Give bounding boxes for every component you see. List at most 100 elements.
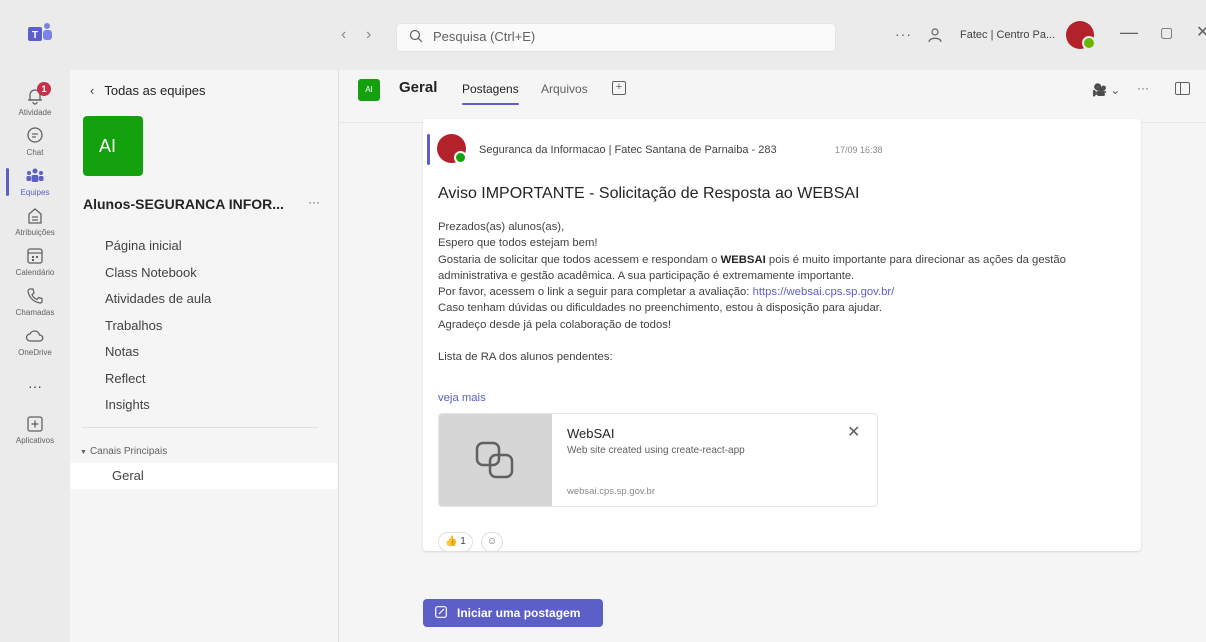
- post-text: Gostaria de solicitar que todos acessem …: [438, 253, 721, 266]
- team-menu-item[interactable]: Trabalhos: [105, 313, 211, 340]
- post-author[interactable]: Seguranca da Informacao | Fatec Santana …: [479, 144, 777, 156]
- channels-section-header[interactable]: ▼ Canais Principais: [80, 446, 167, 457]
- rail-item-activity[interactable]: 1 Atividade: [0, 82, 70, 117]
- team-sidebar: ‹ Todas as equipes AI Alunos-SEGURANCA IN…: [70, 70, 339, 642]
- chat-icon: [27, 127, 43, 143]
- rail-label: Equipes: [20, 188, 50, 197]
- link-preview-url: websai.cps.sp.gov.br: [567, 486, 656, 497]
- rail-label: Aplicativos: [15, 436, 55, 445]
- team-avatar: AI: [83, 116, 143, 176]
- channel-avatar: AI: [358, 79, 380, 101]
- search-icon: [409, 29, 423, 43]
- channel-header: AI Geral Postagens Arquivos + 🎥 ⌄ ···: [339, 70, 1206, 123]
- assignments-icon: [28, 208, 42, 224]
- rail-item-calendar[interactable]: Calendário: [0, 246, 70, 277]
- close-button[interactable]: ✕: [1196, 22, 1206, 42]
- search-input[interactable]: [431, 28, 815, 45]
- team-menu-item[interactable]: Class Notebook: [105, 260, 211, 287]
- post-card: Seguranca da Informacao | Fatec Santana …: [423, 119, 1141, 552]
- channel-item-geral[interactable]: Geral: [70, 463, 337, 489]
- rail-label: Calendário: [15, 268, 55, 277]
- rail-item-more[interactable]: ···: [0, 376, 70, 394]
- post-timestamp: 17/09 16:38: [835, 145, 883, 155]
- team-menu: Página inicial Class Notebook Atividades…: [105, 233, 211, 419]
- link-preview-card[interactable]: WebSAI Web site created using create-rea…: [438, 413, 878, 507]
- new-post-button[interactable]: Iniciar uma postagem: [423, 599, 603, 627]
- minimize-button[interactable]: —: [1120, 22, 1138, 43]
- chevron-left-icon: ‹: [90, 83, 95, 98]
- more-options-button[interactable]: ···: [895, 26, 912, 42]
- more-icon: ···: [28, 378, 42, 394]
- teams-logo-icon: T: [28, 23, 52, 41]
- rail-label: Chat: [26, 148, 44, 157]
- post-line: Caso tenham dúvidas ou dificuldades no p…: [438, 302, 883, 315]
- compose-icon: [435, 606, 447, 618]
- rail-item-calls[interactable]: Chamadas: [0, 286, 70, 317]
- reaction-count: 1: [460, 536, 466, 547]
- rail-item-onedrive[interactable]: OneDrive: [0, 326, 70, 357]
- post-line: Por favor, acessem o link a seguir para …: [438, 284, 1128, 300]
- team-menu-item[interactable]: Reflect: [105, 366, 211, 393]
- rail-item-teams[interactable]: Equipes: [0, 166, 70, 197]
- post-text: Por favor, acessem o link a seguir para …: [438, 286, 753, 299]
- back-arrow-icon[interactable]: ‹: [341, 26, 346, 44]
- title-bar: T ‹ › ··· Fatec | Centro Pa... — ▢ ✕: [0, 0, 1206, 70]
- team-more-button[interactable]: ···: [308, 195, 320, 209]
- websai-link[interactable]: https://websai.cps.sp.gov.br/: [753, 286, 895, 298]
- rail-label: Atividade: [18, 108, 52, 117]
- add-reaction-button[interactable]: ☺: [481, 532, 503, 552]
- forward-arrow-icon[interactable]: ›: [366, 26, 371, 44]
- cloud-icon: [25, 330, 44, 342]
- team-menu-item[interactable]: Insights: [105, 392, 211, 419]
- author-avatar[interactable]: [437, 134, 467, 164]
- post-line: Prezados(as) alunos(as),: [438, 221, 565, 233]
- add-tab-button[interactable]: +: [612, 81, 626, 95]
- channel-label: Geral: [112, 468, 144, 483]
- post-title: Aviso IMPORTANTE - Solicitação de Respos…: [438, 185, 860, 202]
- post-line: Agradeço desde já pela colaboração de to…: [438, 318, 672, 331]
- team-menu-item[interactable]: Página inicial: [105, 233, 211, 260]
- teams-icon: [26, 168, 44, 182]
- people-icon[interactable]: [927, 27, 943, 43]
- new-post-label: Iniciar uma postagem: [457, 606, 581, 620]
- status-badge: [1082, 36, 1096, 50]
- notification-badge: 1: [37, 82, 51, 96]
- search-box[interactable]: [396, 23, 836, 52]
- post-line: Gostaria de solicitar que todos acessem …: [438, 252, 1128, 285]
- close-icon[interactable]: ✕: [847, 422, 860, 442]
- side-panel-icon[interactable]: [1175, 82, 1190, 95]
- link-preview-description: Web site created using create-react-app: [567, 445, 745, 456]
- calendar-icon: [27, 248, 43, 264]
- team-menu-item[interactable]: Notas: [105, 339, 211, 366]
- link-preview-title: WebSAI: [567, 426, 615, 441]
- tab-posts[interactable]: Postagens: [462, 82, 519, 105]
- team-name[interactable]: Alunos-SEGURANCA INFOR...: [83, 196, 284, 212]
- back-label: Todas as equipes: [104, 83, 206, 98]
- teams-window: T ‹ › ··· Fatec | Centro Pa... — ▢ ✕: [0, 0, 1206, 642]
- like-reaction[interactable]: 👍 1: [438, 532, 473, 552]
- phone-icon: [27, 288, 43, 304]
- back-to-teams-link[interactable]: ‹ Todas as equipes: [90, 83, 206, 98]
- caret-down-icon: ▼: [80, 449, 87, 456]
- post-line: Lista de RA dos alunos pendentes:: [438, 351, 613, 364]
- post-accent-bar: [427, 134, 430, 165]
- tab-files[interactable]: Arquivos: [541, 82, 588, 96]
- team-menu-item[interactable]: Atividades de aula: [105, 286, 211, 313]
- rail-label: Atribuições: [15, 228, 55, 237]
- rail-label: Chamadas: [15, 308, 55, 317]
- post-bold-text: WEBSAI: [720, 253, 766, 266]
- link-preview-thumbnail: [439, 414, 552, 506]
- channel-more-button[interactable]: ···: [1137, 81, 1149, 95]
- divider: [82, 427, 318, 428]
- rail-item-apps[interactable]: Aplicativos: [0, 414, 70, 445]
- user-avatar[interactable]: [1066, 21, 1096, 50]
- org-switcher[interactable]: Fatec | Centro Pa...: [960, 29, 1055, 41]
- post-line: Espero que todos estejam bem!: [438, 237, 598, 250]
- see-more-link[interactable]: veja mais: [438, 392, 486, 404]
- maximize-button[interactable]: ▢: [1160, 24, 1173, 41]
- meet-button[interactable]: 🎥 ⌄: [1092, 83, 1120, 97]
- rail-item-chat[interactable]: Chat: [0, 126, 70, 157]
- channel-main: AI Geral Postagens Arquivos + 🎥 ⌄ ··· Se…: [339, 70, 1206, 642]
- svg-text:T: T: [32, 30, 38, 41]
- rail-item-assignments[interactable]: Atribuições: [0, 206, 70, 237]
